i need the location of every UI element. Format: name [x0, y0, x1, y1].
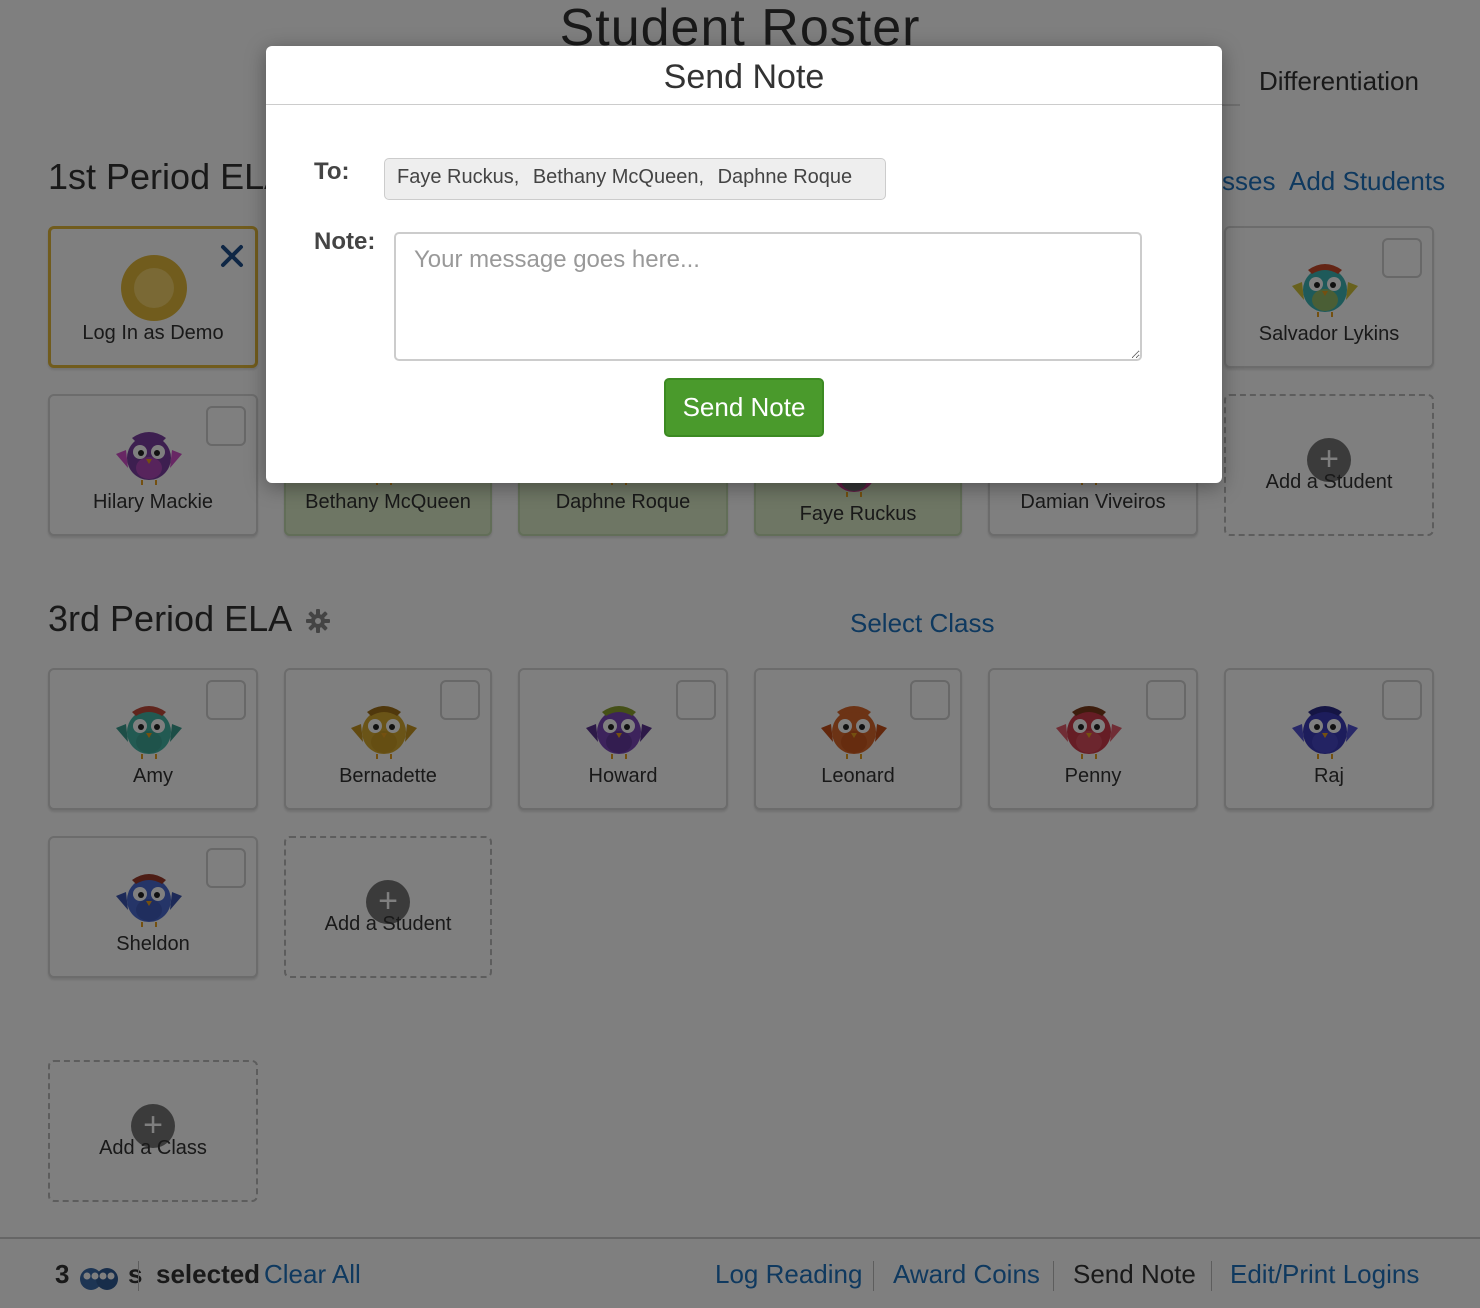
to-label: To: [314, 158, 350, 185]
recipient: Faye Ruckus, [397, 166, 520, 188]
recipients-field: Faye Ruckus, Bethany McQueen, Daphne Roq… [384, 158, 886, 200]
note-label: Note: [314, 228, 376, 255]
recipient: Daphne Roque [717, 166, 853, 188]
send-note-button[interactable]: Send Note [664, 378, 824, 437]
modal-title-divider [266, 104, 1222, 105]
recipient: Bethany McQueen, [532, 166, 705, 188]
modal-title: Send Note [663, 58, 825, 96]
send-note-modal: Send Note To: Faye Ruckus, Bethany McQue… [266, 46, 1222, 483]
note-textarea[interactable] [394, 232, 1142, 361]
